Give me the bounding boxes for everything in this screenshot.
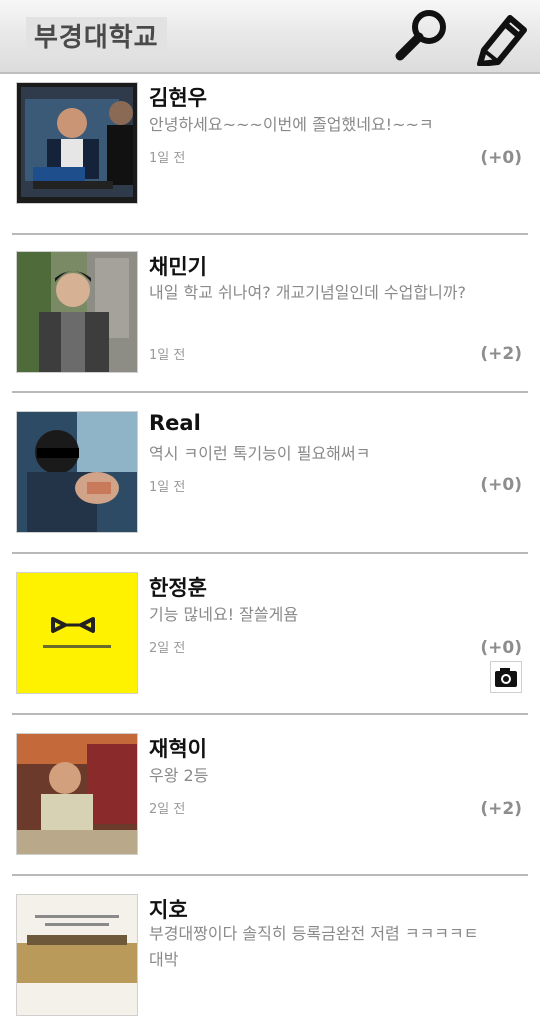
thumbnail[interactable]	[16, 251, 138, 373]
post-time: 2일 전	[149, 802, 186, 817]
post-author: 김현우	[149, 86, 207, 110]
comment-count: (+0)	[480, 475, 522, 495]
pencil-icon[interactable]	[472, 4, 534, 66]
list-item[interactable]: 채민기 내일 학교 쉬나여? 개교기념일인데 수업합니까? 1일 전 (+2)	[0, 235, 540, 391]
post-author: 지호	[149, 898, 188, 922]
post-author: Real	[149, 411, 201, 435]
thumbnail[interactable]	[16, 572, 138, 694]
post-message: 기능 많네요! 잘쓸게욤	[149, 605, 299, 624]
post-message: 내일 학교 쉬나여? 개교기념일인데 수업합니까?	[149, 283, 467, 302]
thumbnail[interactable]	[16, 411, 138, 533]
top-bar: 부경대학교	[0, 0, 540, 74]
comment-count: (+2)	[480, 344, 522, 364]
list-item[interactable]: 김현우 안녕하세요~~~이번에 졸업했네요!~~ㅋ 1일 전 (+0)	[0, 74, 540, 233]
post-message: 역시 ㅋ이런 톡기능이 필요해써ㅋ	[149, 444, 371, 463]
post-author: 재혁이	[149, 737, 207, 761]
post-feed: 김현우 안녕하세요~~~이번에 졸업했네요!~~ㅋ 1일 전 (+0) 채민기 …	[0, 74, 540, 1016]
post-message: 안녕하세요~~~이번에 졸업했네요!~~ㅋ	[149, 115, 434, 134]
comment-count: (+0)	[480, 638, 522, 658]
thumbnail[interactable]	[16, 894, 138, 1016]
list-item[interactable]: Real 역시 ㅋ이런 톡기능이 필요해써ㅋ 1일 전 (+0)	[0, 393, 540, 552]
title-badge: 부경대학교	[26, 17, 167, 53]
post-message: 우왕 2등	[149, 766, 209, 785]
thumbnail[interactable]	[16, 82, 138, 204]
list-item[interactable]: 재혁이 우왕 2등 2일 전 (+2)	[0, 715, 540, 874]
post-message: 부경대짱이다 솔직히 등록금완전 저렴 ㅋㅋㅋㅋㅌ대박	[149, 924, 479, 969]
post-time: 2일 전	[149, 641, 186, 656]
post-time: 1일 전	[149, 348, 186, 363]
search-icon[interactable]	[392, 4, 454, 66]
post-author: 채민기	[149, 255, 207, 279]
list-item[interactable]: 지호 부경대짱이다 솔직히 등록금완전 저렴 ㅋㅋㅋㅋㅌ대박	[0, 876, 540, 1016]
post-author: 한정훈	[149, 576, 207, 600]
list-item[interactable]: 한정훈 기능 많네요! 잘쓸게욤 2일 전 (+0)	[0, 554, 540, 713]
post-time: 1일 전	[149, 151, 186, 166]
camera-icon[interactable]	[490, 661, 522, 693]
app-title: 부경대학교	[34, 22, 159, 53]
comment-count: (+2)	[480, 799, 522, 819]
post-time: 1일 전	[149, 480, 186, 495]
thumbnail[interactable]	[16, 733, 138, 855]
comment-count: (+0)	[480, 148, 522, 168]
